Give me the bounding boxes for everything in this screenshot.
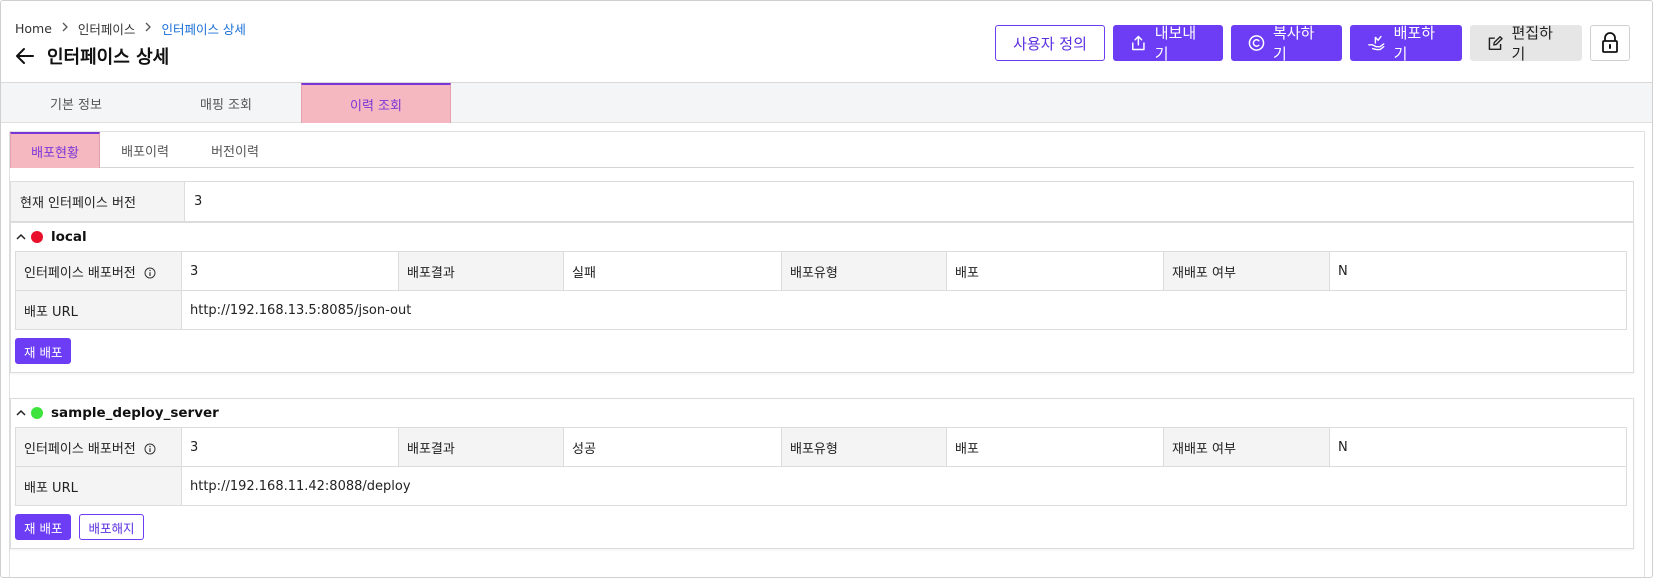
lock-button[interactable]	[1590, 25, 1630, 61]
deploy-type-value: 배포	[946, 427, 1164, 467]
table-row: 배포 URL http://192.168.11.42:8088/deploy	[15, 466, 1627, 506]
deploy-version-value: 3	[181, 251, 399, 291]
custom-define-label: 사용자 정의	[1013, 34, 1087, 53]
table-row: 인터페이스 배포버전 3 배포결과 성공 배포유형 배포 재배포 여부 N	[15, 427, 1627, 467]
custom-define-button[interactable]: 사용자 정의	[995, 25, 1105, 61]
copyright-icon	[1248, 35, 1265, 51]
deploy-result-label: 배포결과	[398, 251, 564, 291]
redeploy-button[interactable]: 재 배포	[15, 338, 72, 364]
copy-label: 복사하기	[1272, 24, 1315, 63]
title-row: 인터페이스 상세	[15, 43, 169, 69]
redeploy-flag-value: N	[1329, 251, 1627, 291]
deploy-label: 배포하기	[1393, 24, 1436, 63]
current-version-value: 3	[194, 194, 203, 209]
info-icon[interactable]	[144, 267, 156, 279]
current-version-row: 현재 인터페이스 버전 3	[10, 181, 1634, 222]
subtab-deploy-history[interactable]: 배포이력	[100, 132, 190, 168]
tab-mapping[interactable]: 매핑 조회	[151, 83, 301, 123]
page-title: 인터페이스 상세	[47, 47, 170, 68]
current-version-label: 현재 인터페이스 버전	[11, 182, 185, 221]
undeploy-button[interactable]: 배포해지	[79, 514, 144, 540]
tab-label: 이력 조회	[350, 98, 402, 114]
deploy-version-label-cell: 인터페이스 배포버전	[15, 251, 182, 291]
main-tabs: 기본 정보 매핑 조회 이력 조회	[1, 83, 1652, 123]
subtab-version-history[interactable]: 버전이력	[190, 132, 280, 168]
tab-label: 기본 정보	[50, 97, 102, 113]
breadcrumb-current: 인터페이스 상세	[161, 22, 246, 37]
chevron-right-icon	[144, 22, 152, 35]
breadcrumb: Home 인터페이스 인터페이스 상세	[15, 19, 246, 38]
tab-basic-info[interactable]: 기본 정보	[1, 83, 151, 123]
back-arrow-icon[interactable]	[15, 46, 35, 66]
deploy-version-label-cell: 인터페이스 배포버전	[15, 427, 182, 467]
status-dot	[31, 231, 43, 243]
sub-tabs: 배포현황 배포이력 버전이력	[10, 132, 1634, 168]
share-icon	[1132, 35, 1145, 51]
deploy-result-label: 배포결과	[398, 427, 564, 467]
server-name: sample_deploy_server	[51, 405, 219, 421]
redeploy-flag-label: 재배포 여부	[1163, 427, 1330, 467]
deploy-type-label: 배포유형	[781, 251, 947, 291]
server-card-sample-deploy-server: sample_deploy_server 인터페이스 배포버전 3 배포결과 성…	[10, 398, 1634, 549]
history-panel: 배포현황 배포이력 버전이력 현재 인터페이스 버전 3 local 인터페이스…	[9, 131, 1645, 577]
server-detail-table: 인터페이스 배포버전 3 배포결과 실패 배포유형 배포 재배포 여부 N 배포…	[15, 251, 1627, 330]
redeploy-button[interactable]: 재 배포	[15, 514, 72, 540]
export-label: 내보내기	[1154, 24, 1197, 63]
deploy-version-label: 인터페이스 배포버전	[24, 265, 136, 281]
deploy-button[interactable]: 배포하기	[1350, 24, 1462, 63]
server-detail-table: 인터페이스 배포버전 3 배포결과 성공 배포유형 배포 재배포 여부 N 배포…	[15, 427, 1627, 506]
chevron-up-icon[interactable]	[15, 407, 27, 419]
export-button[interactable]: 내보내기	[1113, 24, 1223, 63]
status-dot	[31, 407, 43, 419]
deploy-type-value: 배포	[946, 251, 1164, 291]
table-row: 배포 URL http://192.168.13.5:8085/json-out	[15, 290, 1627, 330]
deploy-type-label: 배포유형	[781, 427, 947, 467]
edit-icon	[1488, 35, 1503, 50]
deploy-url-label: 배포 URL	[15, 466, 182, 506]
deploy-version-value: 3	[181, 427, 399, 467]
hand-deploy-icon	[1368, 35, 1385, 51]
server-header: local	[11, 223, 1633, 251]
info-icon[interactable]	[144, 443, 156, 455]
subtab-label: 배포이력	[121, 144, 169, 160]
deploy-result-value: 성공	[563, 427, 782, 467]
subtab-deploy-status[interactable]: 배포현황	[10, 132, 100, 168]
table-row: 인터페이스 배포버전 3 배포결과 실패 배포유형 배포 재배포 여부 N	[15, 251, 1627, 291]
redeploy-flag-value: N	[1329, 427, 1627, 467]
subtab-label: 버전이력	[211, 144, 259, 160]
header-actions: 사용자 정의 내보내기 복사하기 배포하기 편집하기	[995, 24, 1630, 63]
app-frame: Home 인터페이스 인터페이스 상세 인터페이스 상세 사용자 정의 내보내기…	[0, 0, 1653, 578]
tab-history[interactable]: 이력 조회	[301, 83, 451, 123]
chevron-up-icon[interactable]	[15, 231, 27, 243]
edit-label: 편집하기	[1511, 24, 1553, 63]
copy-button[interactable]: 복사하기	[1231, 24, 1342, 63]
server-name: local	[51, 229, 87, 245]
breadcrumb-parent[interactable]: 인터페이스	[78, 19, 136, 38]
card-actions: 재 배포	[11, 330, 1633, 372]
card-actions: 재 배포 배포해지	[11, 506, 1633, 548]
lock-icon	[1602, 32, 1618, 53]
subtab-label: 배포현황	[31, 145, 79, 161]
deploy-url-label: 배포 URL	[15, 290, 182, 330]
deploy-url-value: http://192.168.11.42:8088/deploy	[181, 466, 1627, 506]
deploy-version-label: 인터페이스 배포버전	[24, 441, 136, 457]
edit-button[interactable]: 편집하기	[1470, 24, 1582, 63]
deploy-result-value: 실패	[563, 251, 782, 291]
server-header: sample_deploy_server	[11, 399, 1633, 427]
page-header: Home 인터페이스 인터페이스 상세 인터페이스 상세 사용자 정의 내보내기…	[1, 1, 1652, 83]
chevron-right-icon	[61, 22, 69, 35]
server-card-local: local 인터페이스 배포버전 3 배포결과 실패 배포유형 배포 재배포 여…	[10, 222, 1634, 373]
breadcrumb-home[interactable]: Home	[15, 21, 52, 36]
tab-label: 매핑 조회	[200, 97, 252, 113]
deploy-url-value: http://192.168.13.5:8085/json-out	[181, 290, 1627, 330]
redeploy-flag-label: 재배포 여부	[1163, 251, 1330, 291]
